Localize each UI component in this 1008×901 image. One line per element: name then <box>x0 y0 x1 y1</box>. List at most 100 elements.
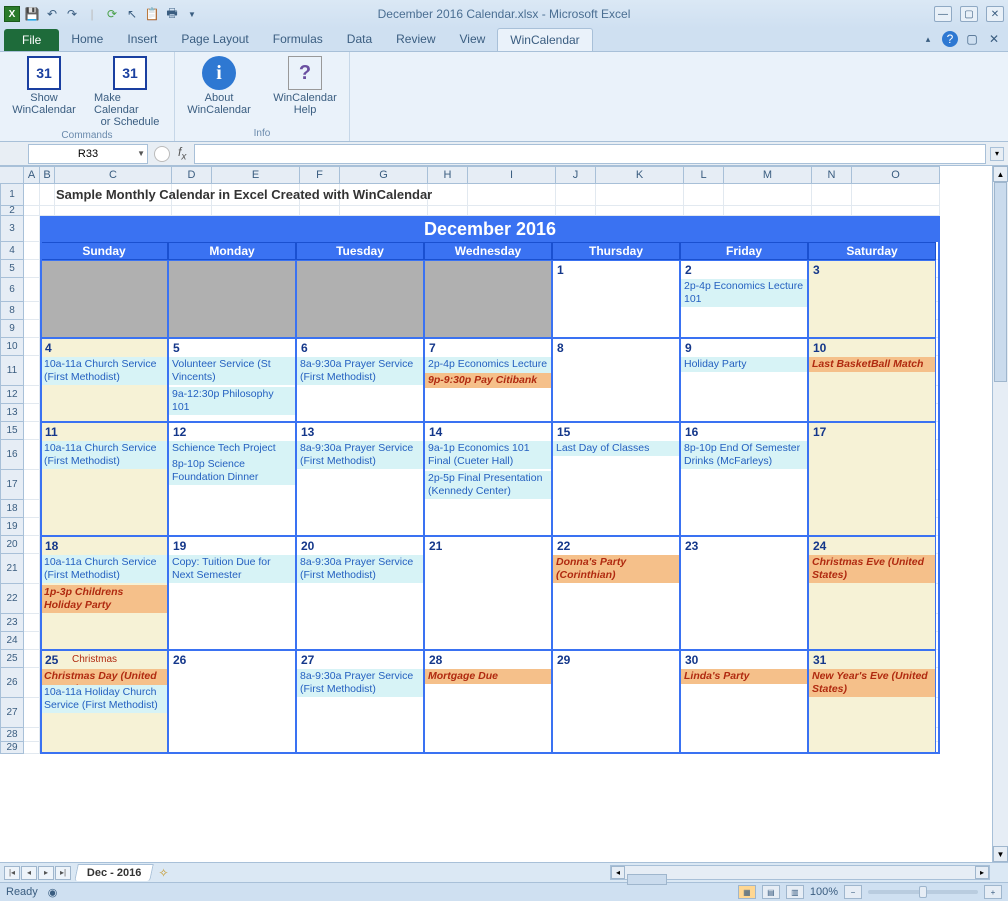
column-headers[interactable]: ABCDEFGHIJKLMNO <box>0 166 992 184</box>
calendar-event[interactable]: 8a-9:30a Prayer Service (First Methodist… <box>297 555 423 583</box>
horizontal-scroll-thumb[interactable] <box>627 874 667 885</box>
macro-record-icon[interactable]: ◉ <box>48 886 58 899</box>
col-header-E[interactable]: E <box>212 166 300 184</box>
row-header-10[interactable]: 10 <box>0 338 24 356</box>
col-header-K[interactable]: K <box>596 166 684 184</box>
calendar-cell[interactable]: 22p-4p Economics Lecture 101 <box>680 260 808 338</box>
col-header-O[interactable]: O <box>852 166 940 184</box>
row-header-17[interactable]: 17 <box>0 470 24 500</box>
calendar-event[interactable]: 9p-9:30p Pay Citibank <box>425 373 551 388</box>
calendar-cell[interactable]: 168p-10p End Of Semester Drinks (McFarle… <box>680 422 808 536</box>
close-button[interactable]: ✕ <box>986 6 1004 22</box>
col-header-G[interactable]: G <box>340 166 428 184</box>
row-header-19[interactable]: 19 <box>0 518 24 536</box>
calendar-event[interactable]: 8a-9:30a Prayer Service (First Methodist… <box>297 669 423 697</box>
ribbon-button-make-calendar[interactable]: 31Make Calendaror Schedule <box>94 56 166 128</box>
col-header-M[interactable]: M <box>724 166 812 184</box>
calendar-cell[interactable] <box>40 260 168 338</box>
calendar-cell[interactable]: 22Donna's Party (Corinthian) <box>552 536 680 650</box>
calendar-cell[interactable]: 10Last BasketBall Match <box>808 338 936 422</box>
calendar-cell[interactable]: 30Linda's Party <box>680 650 808 754</box>
tab-wincalendar[interactable]: WinCalendar <box>497 28 592 51</box>
tab-review[interactable]: Review <box>384 28 447 51</box>
calendar-event[interactable]: 10a-11a Holiday Church Service (First Me… <box>41 685 167 713</box>
vertical-scroll-thumb[interactable] <box>994 182 1007 382</box>
calendar-cell[interactable] <box>296 260 424 338</box>
row-header-1[interactable]: 1 <box>0 184 24 206</box>
calendar-event[interactable]: Copy: Tuition Due for Next Semester <box>169 555 295 583</box>
calendar-event[interactable]: Donna's Party (Corinthian) <box>553 555 679 583</box>
ribbon-button-wincalendar[interactable]: ?WinCalendarHelp <box>269 56 341 116</box>
maximize-button[interactable]: ▢ <box>960 6 978 22</box>
calendar-event[interactable]: 8p-10p End Of Semester Drinks (McFarleys… <box>681 441 807 469</box>
calendar-cell[interactable]: 12Schience Tech Project Due8p-10p Scienc… <box>168 422 296 536</box>
zoom-in-icon[interactable]: + <box>984 885 1002 899</box>
row-header-4[interactable]: 4 <box>0 242 24 260</box>
calendar-event[interactable]: 10a-11a Church Service (First Methodist) <box>41 441 167 469</box>
tab-file[interactable]: File <box>4 29 59 51</box>
tab-nav-last-icon[interactable]: ▸| <box>55 866 71 880</box>
col-header-N[interactable]: N <box>812 166 852 184</box>
col-header-D[interactable]: D <box>172 166 212 184</box>
workbook-restore-icon[interactable]: ▢ <box>964 31 980 47</box>
calendar-cell[interactable]: 5Volunteer Service (St Vincents)9a-12:30… <box>168 338 296 422</box>
tab-view[interactable]: View <box>448 28 498 51</box>
calendar-cell[interactable]: 19Copy: Tuition Due for Next Semester <box>168 536 296 650</box>
zoom-out-icon[interactable]: − <box>844 885 862 899</box>
calendar-cell[interactable]: 31New Year's Eve (United States) <box>808 650 936 754</box>
calendar-cell[interactable]: 26 <box>168 650 296 754</box>
calendar-cell[interactable]: 278a-9:30a Prayer Service (First Methodi… <box>296 650 424 754</box>
row-header-15[interactable]: 15 <box>0 422 24 440</box>
calendar-cell[interactable]: 149a-1p Economics 101 Final (Cueter Hall… <box>424 422 552 536</box>
row-header-18[interactable]: 18 <box>0 500 24 518</box>
view-normal-icon[interactable]: ▦ <box>738 885 756 899</box>
tab-home[interactable]: Home <box>59 28 115 51</box>
calendar-cell[interactable] <box>168 260 296 338</box>
calendar-cell[interactable]: 1 <box>552 260 680 338</box>
calendar-cell[interactable] <box>424 260 552 338</box>
row-header-13[interactable]: 13 <box>0 404 24 422</box>
new-sheet-icon[interactable]: ✧ <box>158 866 168 880</box>
calendar-cell[interactable]: 410a-11a Church Service (First Methodist… <box>40 338 168 422</box>
calendar-event[interactable]: Last Day of Classes <box>553 441 679 456</box>
calendar-cell[interactable]: 208a-9:30a Prayer Service (First Methodi… <box>296 536 424 650</box>
scroll-right-icon[interactable]: ▸ <box>975 866 989 879</box>
calendar-cell[interactable]: 23 <box>680 536 808 650</box>
col-header-H[interactable]: H <box>428 166 468 184</box>
scroll-left-icon[interactable]: ◂ <box>611 866 625 879</box>
calendar-event[interactable]: 2p-5p Final Presentation (Kennedy Center… <box>425 471 551 499</box>
calendar-cell[interactable]: 3 <box>808 260 936 338</box>
col-header-C[interactable]: C <box>55 166 172 184</box>
row-header-11[interactable]: 11 <box>0 356 24 386</box>
row-header-24[interactable]: 24 <box>0 632 24 650</box>
ribbon-button-show[interactable]: 31ShowWinCalendar <box>8 56 80 128</box>
name-box-dropdown-icon[interactable]: ▼ <box>137 149 145 158</box>
row-header-9[interactable]: 9 <box>0 320 24 338</box>
row-header-22[interactable]: 22 <box>0 584 24 614</box>
calendar-event[interactable]: New Year's Eve (United States) <box>809 669 935 697</box>
calendar-event[interactable]: 8p-10p Science Foundation Dinner <box>169 457 295 485</box>
tab-formulas[interactable]: Formulas <box>261 28 335 51</box>
calendar-event[interactable]: Christmas Eve (United States) <box>809 555 935 583</box>
sheet-tab-active[interactable]: Dec - 2016 <box>74 864 154 881</box>
ribbon-button-about[interactable]: iAboutWinCalendar <box>183 56 255 116</box>
row-header-6[interactable]: 6 <box>0 278 24 302</box>
calendar-event[interactable]: 9a-1p Economics 101 Final (Cueter Hall) <box>425 441 551 469</box>
col-header-I[interactable]: I <box>468 166 556 184</box>
row-header-28[interactable]: 28 <box>0 728 24 742</box>
view-page-break-icon[interactable]: ▥ <box>786 885 804 899</box>
cancel-formula-icon[interactable] <box>154 146 170 162</box>
row-header-12[interactable]: 12 <box>0 386 24 404</box>
minimize-button[interactable]: — <box>934 6 952 22</box>
calendar-event[interactable]: Holiday Party <box>681 357 807 372</box>
view-page-layout-icon[interactable]: ▤ <box>762 885 780 899</box>
calendar-event[interactable]: Last BasketBall Match <box>809 357 935 372</box>
calendar-event[interactable]: 10a-11a Church Service (First Methodist) <box>41 357 167 385</box>
row-header-21[interactable]: 21 <box>0 554 24 584</box>
calendar-event[interactable]: 2p-4p Economics Lecture 101 <box>681 279 807 307</box>
expand-formula-bar-icon[interactable]: ▾ <box>990 147 1004 161</box>
calendar-event[interactable]: 8a-9:30a Prayer Service (First Methodist… <box>297 357 423 385</box>
calendar-event[interactable]: 10a-11a Church Service (First Methodist) <box>41 555 167 583</box>
calendar-cell[interactable]: 21 <box>424 536 552 650</box>
calendar-cell[interactable]: 15Last Day of Classes <box>552 422 680 536</box>
